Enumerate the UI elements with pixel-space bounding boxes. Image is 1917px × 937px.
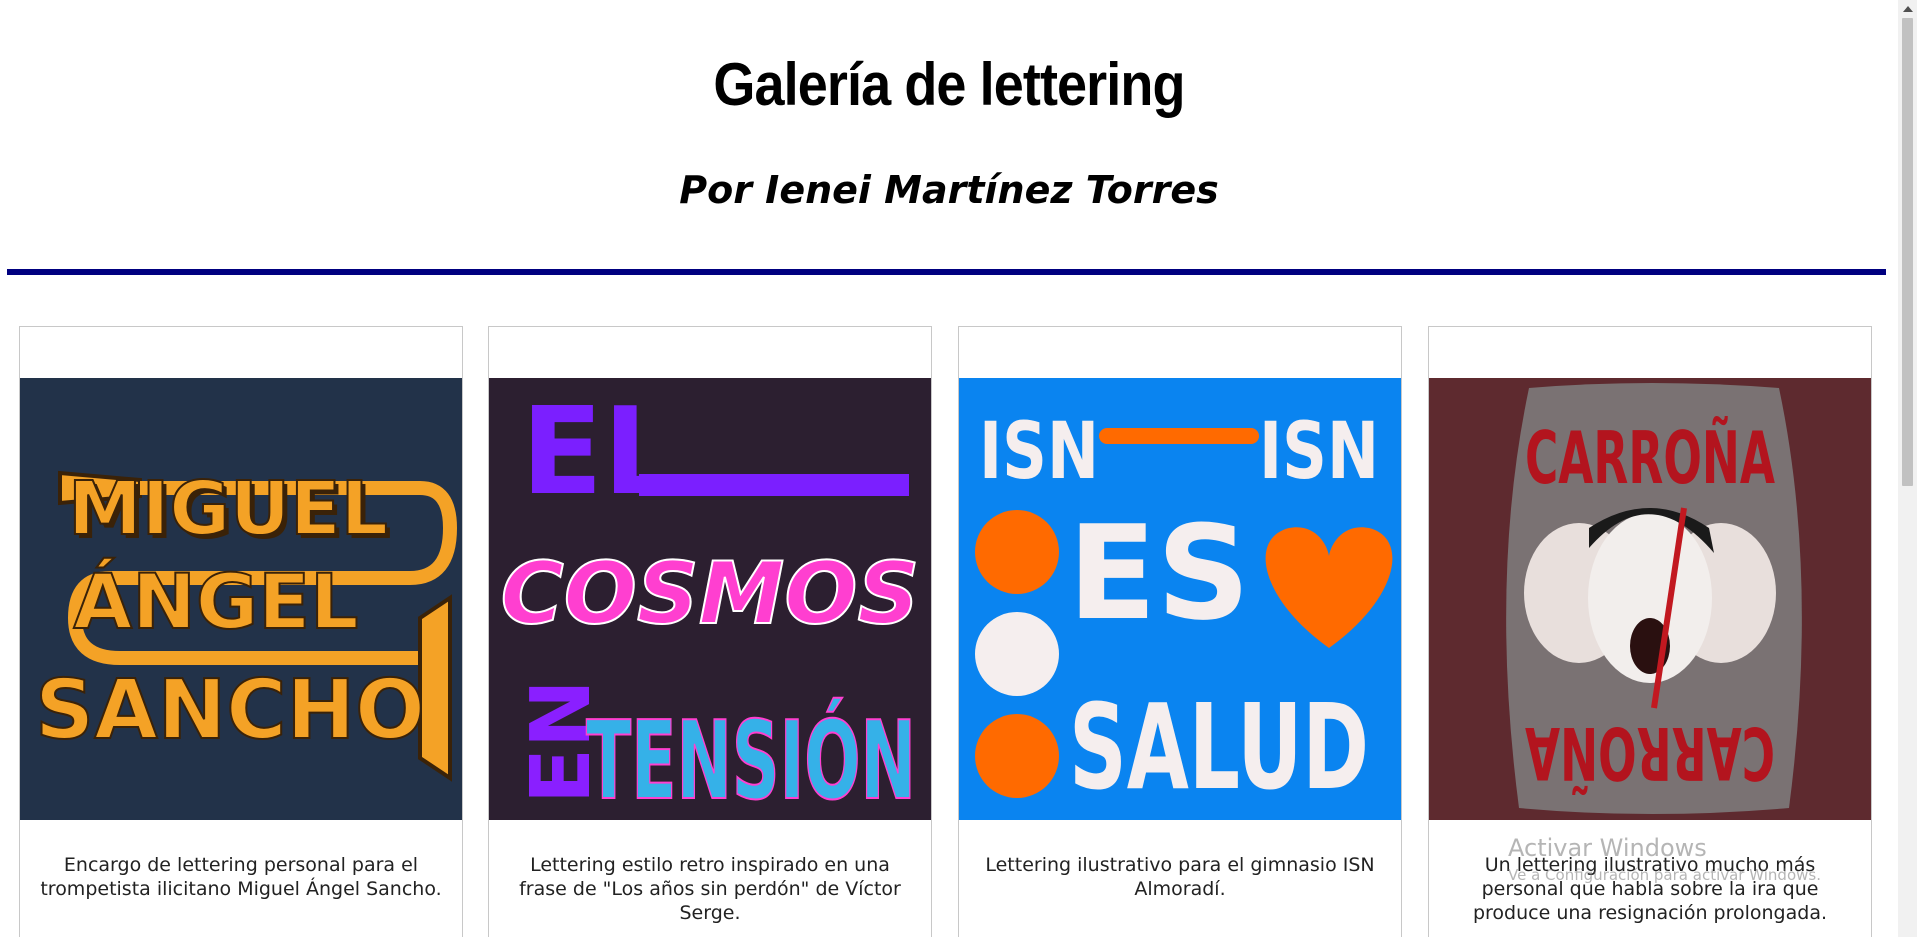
- art-word: CARROÑA: [1525, 711, 1775, 795]
- art-word: EL: [521, 383, 679, 522]
- page: Galería de lettering Por Ienei Martínez …: [0, 0, 1898, 937]
- gallery-card-miguel-angel-sancho: MIGUEL MIGUEL ÁNGEL SANCHO Encargo de le…: [19, 326, 463, 937]
- lettering-image-carrona[interactable]: CARROÑA CARROÑA: [1429, 378, 1871, 820]
- art-word: TENSIÓN: [586, 697, 916, 820]
- art-word: ES: [1068, 497, 1250, 649]
- art-word: ISN: [979, 407, 1099, 497]
- vertical-scrollbar[interactable]: [1898, 0, 1917, 937]
- page-subtitle: Por Ienei Martínez Torres: [679, 168, 1219, 212]
- scroll-up-arrow-icon[interactable]: [1903, 6, 1913, 12]
- gallery-card-cosmos-en-tension: EL COSMOS EN TENSIÓN Lettering estilo re…: [488, 326, 932, 937]
- art-word: ISN: [1259, 407, 1379, 497]
- gallery-card-carrona: CARROÑA CARROÑA Un lettering ilustrativo…: [1428, 326, 1872, 937]
- lettering-image-miguel-angel-sancho[interactable]: MIGUEL MIGUEL ÁNGEL SANCHO: [20, 378, 462, 820]
- card-description: Lettering estilo retro inspirado en una …: [519, 854, 901, 924]
- art-word: COSMOS: [501, 544, 920, 644]
- card-description: Un lettering ilustrativo mucho más perso…: [1472, 854, 1828, 924]
- art-word: SANCHO: [35, 663, 425, 758]
- art-word: MIGUEL: [68, 466, 388, 552]
- page-title: Galería de lettering: [713, 51, 1185, 118]
- card-description: Encargo de lettering personal para el tr…: [40, 854, 442, 900]
- lettering-image-isn-es-salud[interactable]: ISN ISN ES SALUD: [959, 378, 1401, 820]
- lettering-image-cosmos-en-tension[interactable]: EL COSMOS EN TENSIÓN: [489, 378, 931, 820]
- gallery-card-isn-es-salud: ISN ISN ES SALUD Lettering ilustrativo p…: [958, 326, 1402, 937]
- art-word: ÁNGEL: [73, 557, 358, 646]
- art-word: SALUD: [1069, 678, 1369, 816]
- card-description: Lettering ilustrativo para el gimnasio I…: [985, 854, 1375, 900]
- scrollbar-thumb[interactable]: [1902, 18, 1913, 486]
- header-divider: [7, 269, 1886, 275]
- art-word: CARROÑA: [1525, 416, 1775, 500]
